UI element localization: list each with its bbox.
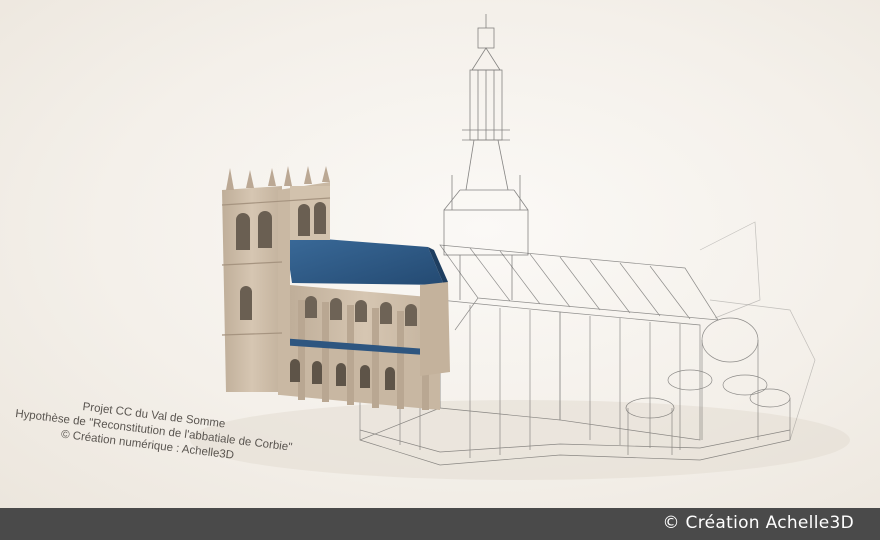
- credit-text: © Création Achelle3D: [662, 513, 854, 533]
- footer-bar: © Création Achelle3D: [0, 508, 880, 540]
- rendered-nave: [280, 236, 450, 410]
- wireframe-spire: [443, 14, 529, 300]
- reconstruction-image: Projet CC du Val de Somme Hypothèse de "…: [0, 0, 880, 508]
